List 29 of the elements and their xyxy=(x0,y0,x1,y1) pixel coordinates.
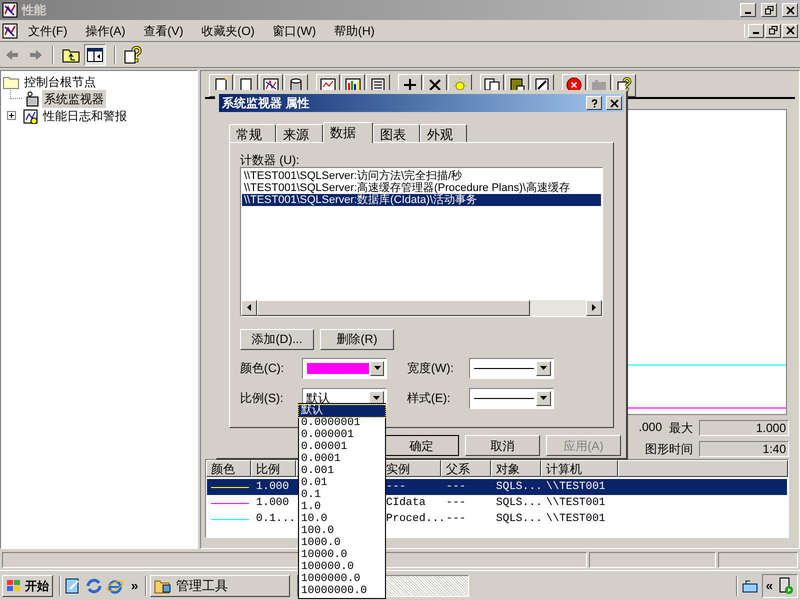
field-label: 图形时间 xyxy=(645,441,693,458)
table-cell-text: --- xyxy=(445,496,467,511)
table-cell-text: 0.1... xyxy=(255,512,297,527)
dialog-title: 系统监视器 属性 xyxy=(222,95,310,112)
value-field: 1.000 xyxy=(699,420,789,436)
field-label: 计数器 (U): xyxy=(240,152,300,167)
table-cell: --- xyxy=(442,479,492,495)
table-cell: SQLS... xyxy=(492,479,542,495)
table-cell-text: \\TEST001 xyxy=(545,496,606,511)
table-cell-text: \\TEST001 xyxy=(545,512,606,527)
table-cell-text: Proced... xyxy=(385,512,442,527)
table-cell-text: CIdata xyxy=(385,496,427,511)
start-label: 开始 xyxy=(25,578,49,594)
table-cell-text: SQLS... xyxy=(495,496,542,511)
field-label: 颜色(C): xyxy=(240,360,285,378)
table-cell-text: 1.000 xyxy=(255,496,290,511)
table-cell-text: SQLS... xyxy=(495,512,542,527)
field-label: 比例(S): xyxy=(240,390,284,408)
task-label: 管理工具 xyxy=(176,576,228,595)
window-title: 性能 xyxy=(22,2,46,19)
field-label: 样式(E): xyxy=(407,390,452,408)
table-cell-text: --- xyxy=(445,512,467,527)
value-field: 1:40 xyxy=(699,441,789,457)
table-cell: \\TEST001 xyxy=(542,479,619,495)
value-field: .000 xyxy=(635,420,663,436)
dropdown-value: 默认 xyxy=(306,390,330,406)
table-cell: 1.000 xyxy=(252,479,297,495)
field-label: 宽度(W): xyxy=(407,360,455,378)
field-label: 最大 xyxy=(668,420,694,437)
